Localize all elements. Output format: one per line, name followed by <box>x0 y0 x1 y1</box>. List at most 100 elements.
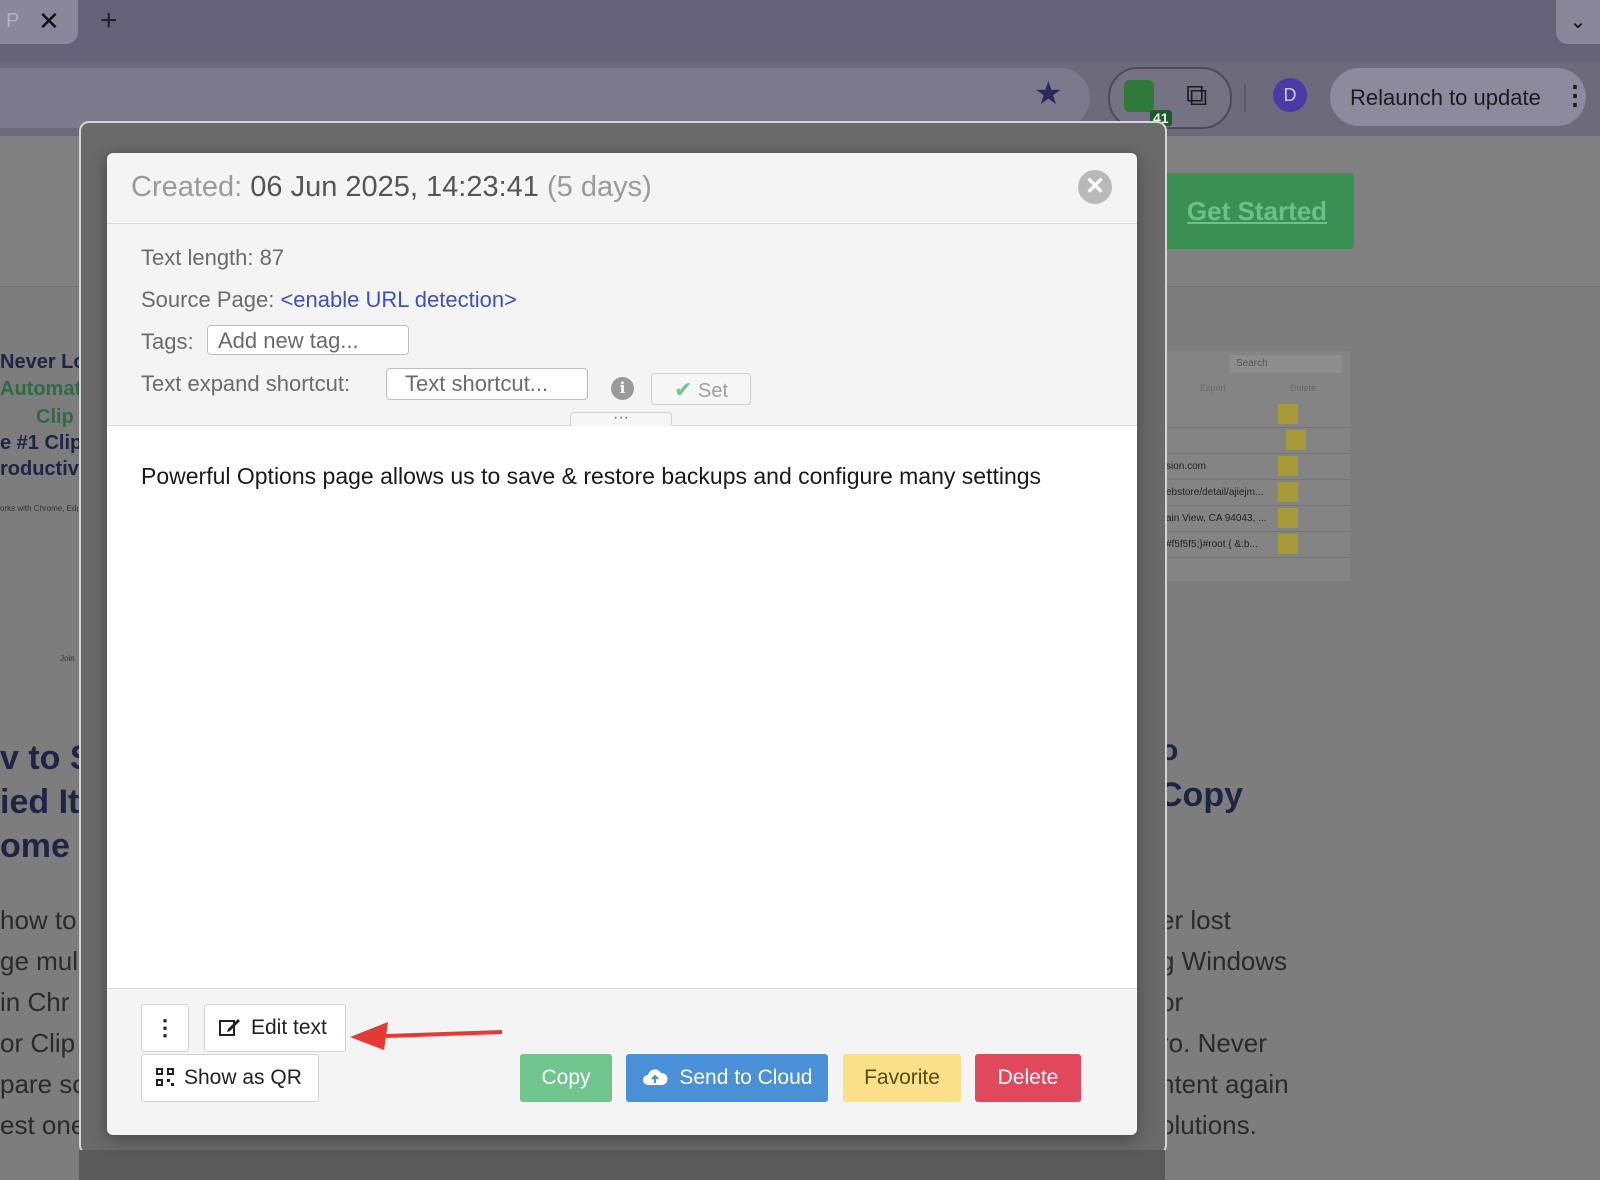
annotation-arrow-icon <box>350 1022 503 1050</box>
created-relative: (5 days) <box>547 171 652 203</box>
bg-row-text: ain View, CA 94043, ... <box>1166 513 1267 524</box>
bg-row <box>1160 427 1350 454</box>
address-bar[interactable] <box>0 68 1090 128</box>
bg-para-line: in Chr <box>0 987 70 1017</box>
toolbar-separator <box>1244 84 1246 112</box>
bg-fragment: Never Lo <box>0 351 86 373</box>
text-length-label: Text length: <box>141 245 254 270</box>
modal-header: Created: 06 Jun 2025, 14:23:41 (5 days) … <box>107 153 1137 224</box>
set-shortcut-button[interactable]: ✔ Set <box>651 373 751 405</box>
bg-para-line: olutions. <box>1160 1110 1257 1140</box>
bg-row-text: sion.com <box>1166 461 1207 472</box>
bg-heading-line: ied It <box>0 783 80 821</box>
clip-details-modal: Created: 06 Jun 2025, 14:23:41 (5 days) … <box>107 153 1137 1135</box>
bg-para-line: pare sol <box>0 1069 93 1099</box>
send-to-cloud-label: Send to Cloud <box>679 1066 813 1089</box>
edit-text-button[interactable]: Edit text <box>204 1004 346 1052</box>
star-icon <box>1278 534 1298 554</box>
tab-strip: P ✕ + ⌄ <box>0 0 1600 62</box>
clip-content-text: Powerful Options page allows us to save … <box>141 463 1042 489</box>
star-icon <box>1278 482 1298 502</box>
star-icon <box>1278 508 1298 528</box>
modal-footer: ⋮ Edit text Show as QR Copy Send to Clou… <box>107 988 1137 1136</box>
bg-para-line: ro. Never <box>1160 1028 1267 1058</box>
bg-row: sion.com <box>1160 453 1350 480</box>
bg-join-text: Join <box>60 654 75 663</box>
puzzle-icon[interactable]: ⧉ <box>1186 79 1207 113</box>
bg-right-paragraph: er lost g Windows or ro. Never ntent aga… <box>1160 900 1360 1146</box>
bg-article-heading: v to S ied It ome <box>0 736 93 868</box>
clipboard-extension-icon[interactable]: 41 <box>1124 80 1172 126</box>
bg-fragment: e #1 Clip <box>0 432 83 454</box>
bg-small-text: orks with Chrome, Edge, <box>0 504 78 513</box>
bg-para-line: or Clip <box>0 1028 76 1058</box>
bg-heading-line: v to S <box>0 739 93 777</box>
star-icon <box>1278 456 1298 476</box>
bg-toolbar-delete: Delete <box>1290 383 1317 393</box>
bg-row: ain View, CA 94043, ... <box>1160 505 1350 532</box>
cloud-upload-icon <box>642 1066 680 1089</box>
bg-right-heading: Copy <box>1158 776 1243 814</box>
get-started-button[interactable]: Get Started <box>1160 173 1354 249</box>
edit-icon <box>219 1005 241 1051</box>
bg-row: ebstore/detail/ajiejm... <box>1160 479 1350 506</box>
bookmark-star-icon[interactable]: ★ <box>1034 74 1063 112</box>
bg-toolbar-export: Export <box>1200 383 1227 393</box>
bg-para-line: er lost <box>1160 905 1231 935</box>
source-page: Source Page: <enable URL detection> <box>141 287 517 313</box>
star-icon <box>1286 430 1306 450</box>
shortcut-input[interactable]: Text shortcut... <box>386 368 588 400</box>
relaunch-button[interactable]: Relaunch to update ⋮ <box>1330 68 1588 126</box>
popup-frame-bottom <box>79 1150 1165 1180</box>
bg-screenshot-panel: Search Export Delete sion.com ebstore/de… <box>1160 351 1350 581</box>
bg-fragment: Clip <box>36 406 74 428</box>
created-date: 06 Jun 2025, 14:23:41 <box>250 171 539 203</box>
extensions-group: 41 ⧉ <box>1108 67 1232 129</box>
kebab-menu-icon[interactable]: ⋮ <box>1562 80 1588 111</box>
text-length-value: 87 <box>259 245 285 270</box>
bg-para-line: or <box>1160 987 1184 1017</box>
profile-avatar[interactable]: D <box>1273 78 1307 112</box>
text-length: Text length: 87 <box>141 245 284 271</box>
copy-button[interactable]: Copy <box>520 1054 612 1102</box>
delete-button[interactable]: Delete <box>975 1054 1081 1102</box>
browser-tab[interactable]: P ✕ <box>0 0 78 44</box>
bg-fragment: roductiv <box>0 458 79 480</box>
info-icon[interactable]: i <box>611 377 634 400</box>
qr-code-icon <box>156 1055 174 1101</box>
tag-input[interactable]: Add new tag... <box>207 325 409 355</box>
bg-row <box>1160 401 1350 428</box>
bg-row-text: ebstore/detail/ajiejm... <box>1166 487 1264 498</box>
bg-row-text: #f5f5f5;}#root { &:b... <box>1166 539 1258 550</box>
close-icon[interactable]: ✕ <box>1078 170 1112 204</box>
show-qr-label: Show as QR <box>184 1066 302 1089</box>
show-qr-button[interactable]: Show as QR <box>141 1054 319 1102</box>
more-options-button[interactable]: ⋮ <box>141 1004 189 1052</box>
bg-article-paragraph: how to ge mul in Chr or Clip pare sol es… <box>0 900 93 1146</box>
bg-heading-line: ome <box>0 827 70 865</box>
send-to-cloud-button[interactable]: Send to Cloud <box>626 1054 828 1102</box>
bg-row: #f5f5f5;}#root { &:b... <box>1160 531 1350 558</box>
favorite-button[interactable]: Favorite <box>843 1054 961 1102</box>
collapse-handle[interactable]: ··· <box>570 410 672 427</box>
bg-para-line: ge mul <box>0 946 79 976</box>
source-page-label: Source Page: <box>141 287 275 312</box>
created-info: Created: 06 Jun 2025, 14:23:41 (5 days) <box>131 171 652 204</box>
checkmark-icon: ✔ <box>673 377 693 402</box>
relaunch-label: Relaunch to update <box>1350 85 1541 110</box>
enable-url-detection-link[interactable]: <enable URL detection> <box>280 287 516 312</box>
new-tab-icon[interactable]: + <box>100 4 118 38</box>
shortcut-label: Text expand shortcut: <box>141 371 351 396</box>
set-label: Set <box>697 380 729 402</box>
edit-text-label: Edit text <box>251 1016 327 1039</box>
chevron-down-icon[interactable]: ⌄ <box>1556 0 1600 44</box>
created-label: Created: <box>131 171 243 203</box>
tab-close-icon[interactable]: ✕ <box>38 6 60 37</box>
bg-para-line: ntent again <box>1160 1069 1289 1099</box>
bg-para-line: how to <box>0 905 77 935</box>
star-icon <box>1278 404 1298 424</box>
bg-para-line: est one <box>0 1110 86 1140</box>
clip-content-area[interactable]: Powerful Options page allows us to save … <box>107 426 1137 988</box>
tags-label: Tags: <box>141 329 194 354</box>
tab-favicon-icon: P <box>6 10 20 32</box>
